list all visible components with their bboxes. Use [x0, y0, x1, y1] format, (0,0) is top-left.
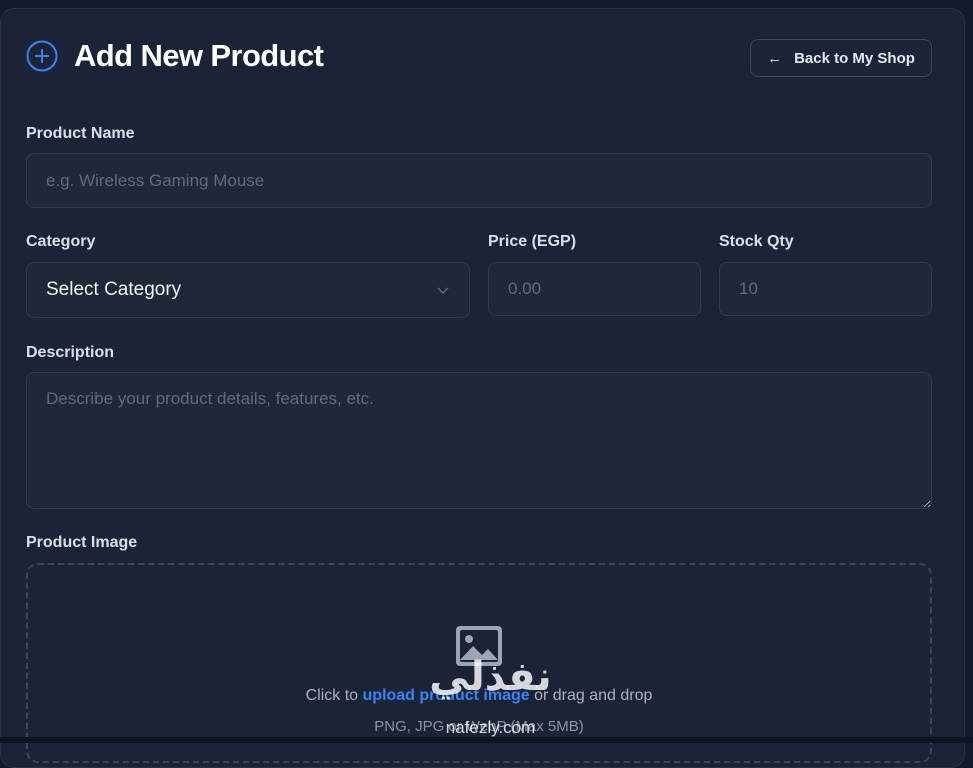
- image-icon: [456, 626, 502, 666]
- chevron-down-icon: [437, 287, 449, 295]
- product-name-input[interactable]: [26, 153, 932, 208]
- category-label: Category: [26, 233, 96, 250]
- upload-prefix: Click to: [305, 687, 363, 704]
- back-to-shop-button[interactable]: ← Back to My Shop: [750, 39, 932, 77]
- bottom-edge: [0, 737, 973, 743]
- category-select[interactable]: Select Category: [26, 262, 470, 318]
- plus-circle-icon: [26, 40, 58, 72]
- arrow-left-icon: ←: [767, 49, 783, 67]
- upload-image-link[interactable]: upload product image: [363, 687, 530, 704]
- product-name-label: Product Name: [26, 125, 135, 142]
- description-textarea[interactable]: [26, 372, 932, 509]
- price-label: Price (EGP): [488, 233, 577, 250]
- upload-format-hint: PNG, JPG or WebP (Max 5MB): [374, 718, 584, 735]
- back-button-label: Back to My Shop: [794, 49, 915, 67]
- product-image-label: Product Image: [26, 534, 138, 551]
- stock-label: Stock Qty: [719, 233, 794, 250]
- category-selected-value: Select Category: [46, 279, 182, 300]
- page-title: Add New Product: [74, 38, 324, 73]
- upload-instructions: Click to upload product image or drag an…: [0, 687, 958, 705]
- price-input[interactable]: [488, 262, 701, 316]
- stock-input[interactable]: [719, 262, 932, 316]
- upload-suffix: or drag and drop: [529, 687, 653, 704]
- description-label: Description: [26, 344, 115, 361]
- page-header: Add New Product: [26, 38, 324, 74]
